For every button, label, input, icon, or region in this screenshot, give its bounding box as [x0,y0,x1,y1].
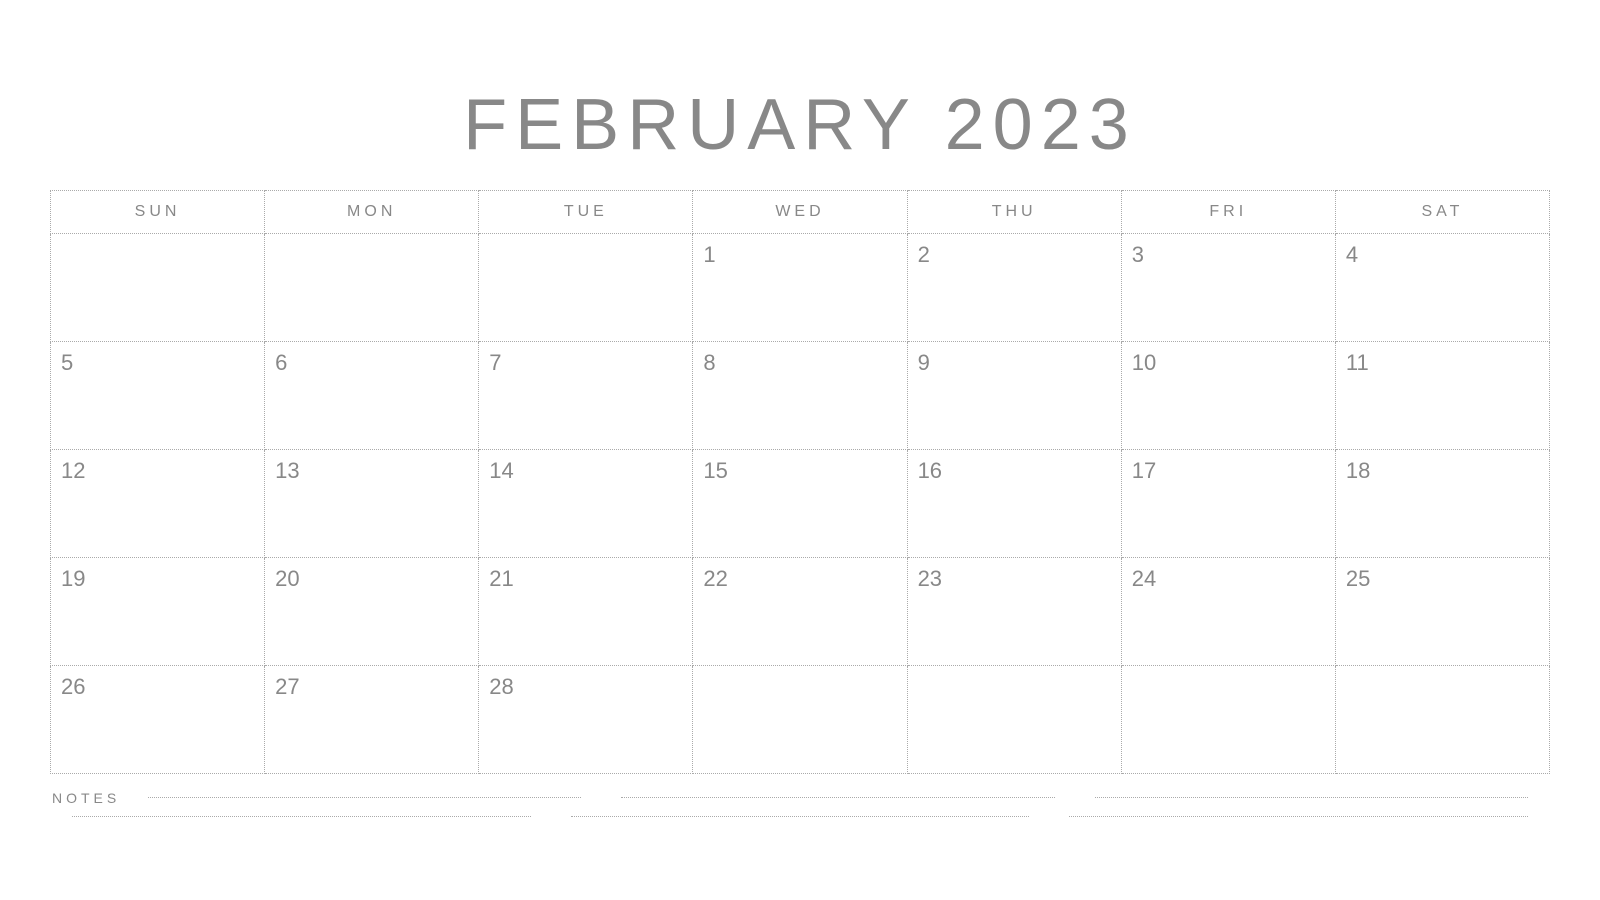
day-number: 25 [1346,566,1370,591]
day-number: 18 [1346,458,1370,483]
day-cell-empty-0-0 [51,233,265,341]
notes-second-row [52,816,1548,817]
calendar-title: FEBRUARY 2023 [50,84,1550,166]
day-cell-empty-0-2 [479,233,693,341]
day-cell-12: 12 [51,449,265,557]
notes-label: NOTES [52,790,120,806]
day-number: 21 [489,566,513,591]
day-cell-20: 20 [265,557,479,665]
day-cell-5: 5 [51,341,265,449]
day-cell-1: 1 [693,233,907,341]
day-cell-10: 10 [1121,341,1335,449]
notes-line-3 [1095,797,1528,798]
day-header-fri: FRI [1121,190,1335,233]
day-cell-14: 14 [479,449,693,557]
notes-first-row: NOTES [52,790,1548,806]
day-cell-7: 7 [479,341,693,449]
day-cell-empty-4-4 [907,665,1121,773]
day-number: 2 [918,242,930,267]
day-cell-empty-0-1 [265,233,479,341]
day-number: 14 [489,458,513,483]
day-number: 27 [275,674,299,699]
day-number: 8 [703,350,715,375]
day-number: 5 [61,350,73,375]
day-header-sun: SUN [51,190,265,233]
day-header-tue: TUE [479,190,693,233]
day-header-sat: SAT [1335,190,1549,233]
week-row-0: 1 2 3 4 [51,233,1550,341]
day-number: 15 [703,458,727,483]
day-cell-15: 15 [693,449,907,557]
day-cell-24: 24 [1121,557,1335,665]
calendar-container: FEBRUARY 2023 SUNMONTUEWEDTHUFRISAT 1234… [50,64,1550,837]
week-row-4: 26 27 28 [51,665,1550,773]
day-cell-empty-4-5 [1121,665,1335,773]
day-cell-18: 18 [1335,449,1549,557]
day-cell-19: 19 [51,557,265,665]
day-cell-13: 13 [265,449,479,557]
day-cell-26: 26 [51,665,265,773]
day-cell-empty-4-3 [693,665,907,773]
day-number: 16 [918,458,942,483]
day-cell-empty-4-6 [1335,665,1549,773]
day-cell-28: 28 [479,665,693,773]
day-number: 10 [1132,350,1156,375]
day-header-wed: WED [693,190,907,233]
day-number: 3 [1132,242,1144,267]
notes-line-2 [621,797,1054,798]
day-number: 9 [918,350,930,375]
day-cell-2: 2 [907,233,1121,341]
day-number: 23 [918,566,942,591]
day-number: 28 [489,674,513,699]
day-number: 13 [275,458,299,483]
notes-line-6 [1069,816,1528,817]
day-cell-22: 22 [693,557,907,665]
day-number: 20 [275,566,299,591]
notes-line-1 [148,797,581,798]
day-number: 24 [1132,566,1156,591]
week-row-3: 19 20 21 22 23 24 25 [51,557,1550,665]
day-number: 11 [1346,350,1369,375]
day-number: 17 [1132,458,1156,483]
week-row-1: 5 6 7 8 9 10 11 [51,341,1550,449]
day-number: 19 [61,566,85,591]
day-cell-16: 16 [907,449,1121,557]
day-cell-17: 17 [1121,449,1335,557]
day-cell-11: 11 [1335,341,1549,449]
day-header-thu: THU [907,190,1121,233]
day-number: 6 [275,350,287,375]
day-cell-27: 27 [265,665,479,773]
day-number: 1 [703,242,715,267]
day-cell-3: 3 [1121,233,1335,341]
day-number: 26 [61,674,85,699]
day-number: 12 [61,458,85,483]
days-header-row: SUNMONTUEWEDTHUFRISAT [51,190,1550,233]
notes-line-4 [72,816,531,817]
day-cell-6: 6 [265,341,479,449]
notes-line-5 [571,816,1030,817]
day-number: 4 [1346,242,1358,267]
day-cell-4: 4 [1335,233,1549,341]
day-cell-9: 9 [907,341,1121,449]
day-cell-23: 23 [907,557,1121,665]
day-cell-25: 25 [1335,557,1549,665]
week-row-2: 12 13 14 15 16 17 18 [51,449,1550,557]
day-cell-21: 21 [479,557,693,665]
day-cell-8: 8 [693,341,907,449]
notes-section: NOTES [50,790,1550,817]
calendar-grid: SUNMONTUEWEDTHUFRISAT 123456789101112131… [50,190,1550,774]
day-number: 22 [703,566,727,591]
day-number: 7 [489,350,501,375]
day-header-mon: MON [265,190,479,233]
